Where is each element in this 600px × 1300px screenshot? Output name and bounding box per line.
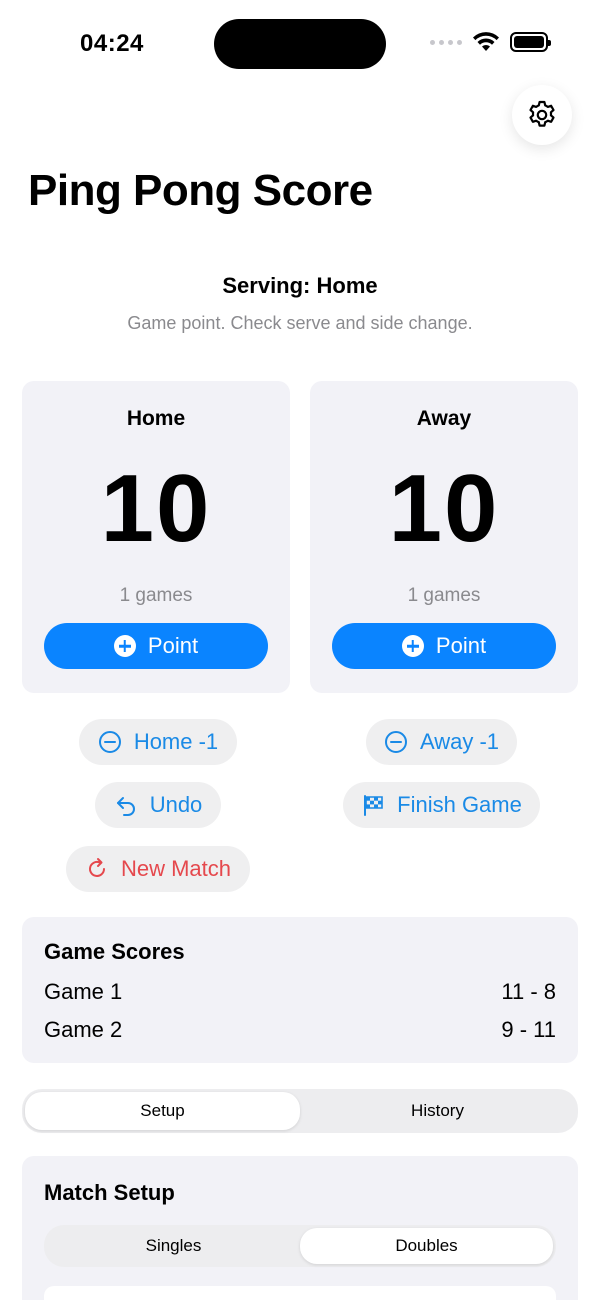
home-minus-button[interactable]: Home -1	[79, 719, 237, 765]
home-point-label: Point	[147, 633, 199, 658]
status-time: 04:24	[80, 30, 144, 57]
game-scores-card: Game Scores Game 1 11 - 8 Game 2 9 - 11	[22, 917, 578, 1063]
game-score-row: Game 2 9 - 11	[44, 1017, 556, 1043]
away-minus-label: Away -1	[419, 729, 500, 754]
wifi-icon	[473, 32, 499, 51]
finish-game-button[interactable]: Finish Game	[343, 782, 540, 828]
tab-setup[interactable]: Setup	[25, 1092, 300, 1130]
home-score-card: Home 10 1 games Point	[22, 381, 290, 693]
home-minus-label: Home -1	[133, 729, 219, 754]
away-minus-button[interactable]: Away -1	[366, 719, 517, 765]
away-games: 1 games	[407, 585, 481, 606]
home-score: 10	[100, 455, 212, 562]
new-match-button[interactable]: New Match	[66, 846, 250, 892]
game-score-row: Game 1 11 - 8	[44, 979, 556, 1005]
home-games: 1 games	[119, 585, 193, 606]
minus-circle-icon	[98, 731, 121, 753]
game-score: 9 - 11	[501, 1017, 556, 1042]
match-setup-heading: Match Setup	[44, 1180, 175, 1205]
new-match-label: New Match	[120, 856, 232, 881]
mode-singles[interactable]: Singles	[47, 1228, 300, 1264]
away-point-label: Point	[435, 633, 487, 658]
away-name: Away	[416, 407, 472, 430]
app-screen: 04:24 Ping Pong Score Serving: Home Game…	[0, 0, 600, 1300]
game-label: Game 1	[44, 979, 123, 1004]
status-bar: 04:24	[0, 0, 600, 90]
finish-game-label: Finish Game	[397, 792, 522, 817]
home-name: Home	[126, 407, 186, 430]
main-tabs: Setup History	[22, 1089, 578, 1133]
away-point-button[interactable]: Point	[332, 623, 556, 669]
settings-button[interactable]	[512, 85, 572, 145]
gear-icon	[529, 100, 555, 127]
mode-doubles[interactable]: Doubles	[300, 1228, 553, 1264]
home-point-button[interactable]: Point	[44, 623, 268, 669]
serving-hint: Game point. Check serve and side change.	[127, 313, 473, 333]
setup-field[interactable]	[44, 1286, 556, 1300]
checkered-flag-icon	[364, 795, 383, 816]
undo-label: Undo	[149, 792, 203, 817]
away-score-card: Away 10 1 games Point	[310, 381, 578, 693]
game-label: Game 2	[44, 1017, 123, 1042]
match-setup-card: Match Setup Singles Doubles	[22, 1156, 578, 1300]
game-score: 11 - 8	[501, 979, 556, 1004]
dynamic-island	[214, 19, 386, 69]
restart-icon	[89, 858, 105, 877]
page-title: Ping Pong Score	[28, 166, 373, 215]
plus-circle-icon	[113, 635, 136, 657]
away-score: 10	[388, 455, 500, 562]
undo-button[interactable]: Undo	[95, 782, 221, 828]
status-icons	[430, 32, 551, 52]
minus-circle-icon	[384, 731, 407, 753]
tab-history[interactable]: History	[300, 1092, 575, 1130]
mode-selector: Singles Doubles	[44, 1225, 556, 1267]
cellular-signal-icon	[430, 39, 462, 45]
undo-arrow-icon	[116, 797, 135, 816]
serving-label: Serving: Home	[222, 273, 378, 298]
plus-circle-icon	[401, 635, 424, 657]
battery-icon	[510, 32, 551, 52]
game-scores-heading: Game Scores	[44, 939, 185, 964]
